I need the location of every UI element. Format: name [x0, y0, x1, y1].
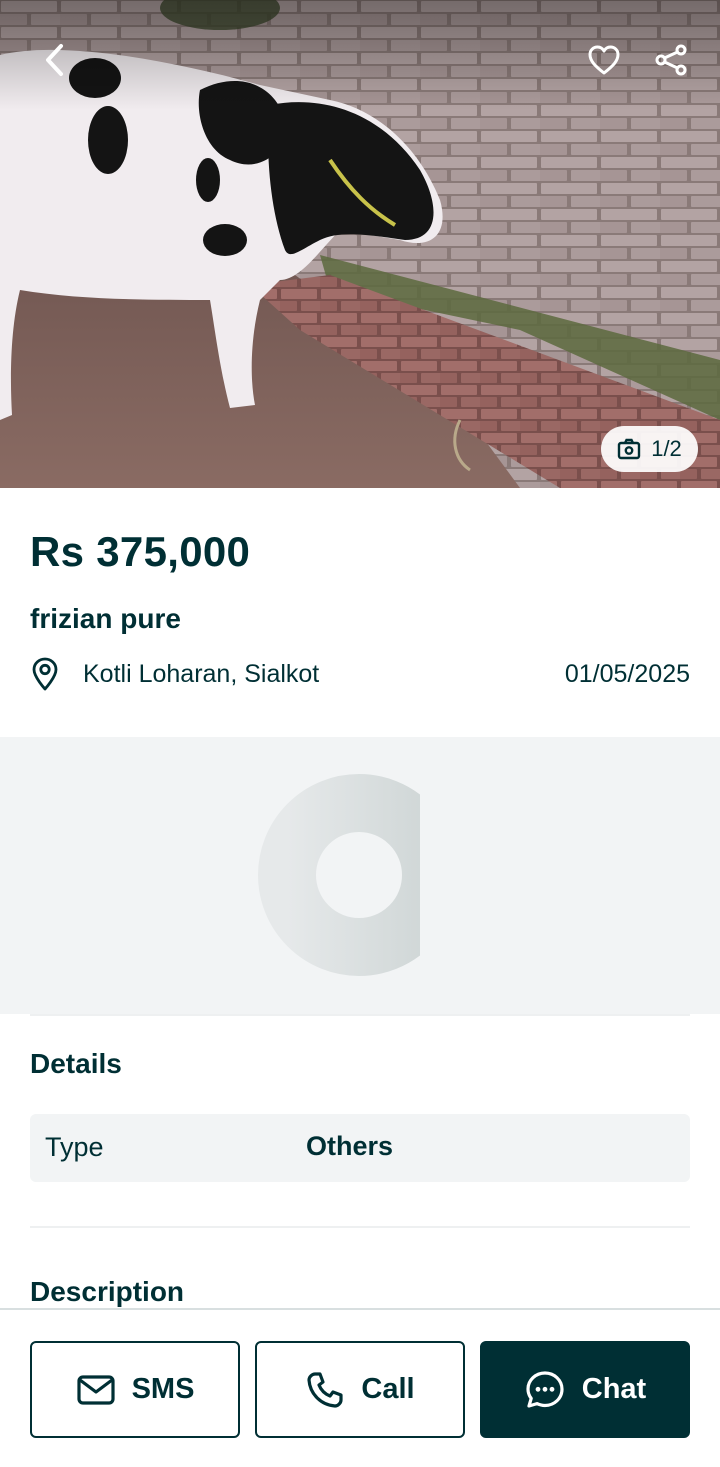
detail-value: Others — [306, 1131, 394, 1161]
back-button[interactable] — [28, 32, 84, 88]
share-icon — [655, 44, 687, 76]
section-divider — [30, 1226, 690, 1228]
heart-icon — [588, 45, 620, 75]
loading-spinner-icon — [258, 774, 420, 976]
listing-date: 01/05/2025 — [564, 659, 690, 688]
detail-key: Type — [45, 1132, 104, 1162]
listing-price: Rs 375,000 — [30, 528, 251, 575]
section-divider — [30, 1014, 690, 1016]
sms-button-label: SMS — [131, 1373, 195, 1405]
favorite-button[interactable] — [576, 32, 632, 88]
description-heading: Description — [30, 1276, 185, 1307]
listing-title: frizian pure — [30, 603, 181, 634]
camera-icon — [618, 438, 641, 460]
chat-button[interactable]: Chat — [480, 1341, 690, 1438]
sms-button[interactable]: SMS — [30, 1341, 240, 1438]
ad-placeholder — [0, 737, 720, 1014]
details-heading: Details — [30, 1048, 122, 1079]
mail-icon — [76, 1374, 115, 1405]
call-button-label: Call — [361, 1373, 415, 1405]
location-row: Kotli Loharan, Sialkot 01/05/2025 — [30, 654, 690, 694]
photo-counter-text: 1/2 — [651, 436, 682, 461]
call-button[interactable]: Call — [255, 1341, 465, 1438]
detail-row-type: Type Others — [30, 1114, 690, 1182]
contact-action-bar: SMS Call Chat — [0, 1308, 720, 1467]
listing-photo[interactable]: 1/2 — [0, 0, 720, 488]
photo-counter[interactable]: 1/2 — [601, 426, 698, 472]
chat-bubble-icon — [526, 1370, 564, 1408]
location-pin-icon — [30, 655, 68, 693]
chevron-left-icon — [46, 44, 63, 76]
listing-location: Kotli Loharan, Sialkot — [83, 659, 320, 688]
phone-icon — [307, 1371, 344, 1408]
chat-button-label: Chat — [581, 1373, 647, 1405]
share-button[interactable] — [643, 32, 699, 88]
